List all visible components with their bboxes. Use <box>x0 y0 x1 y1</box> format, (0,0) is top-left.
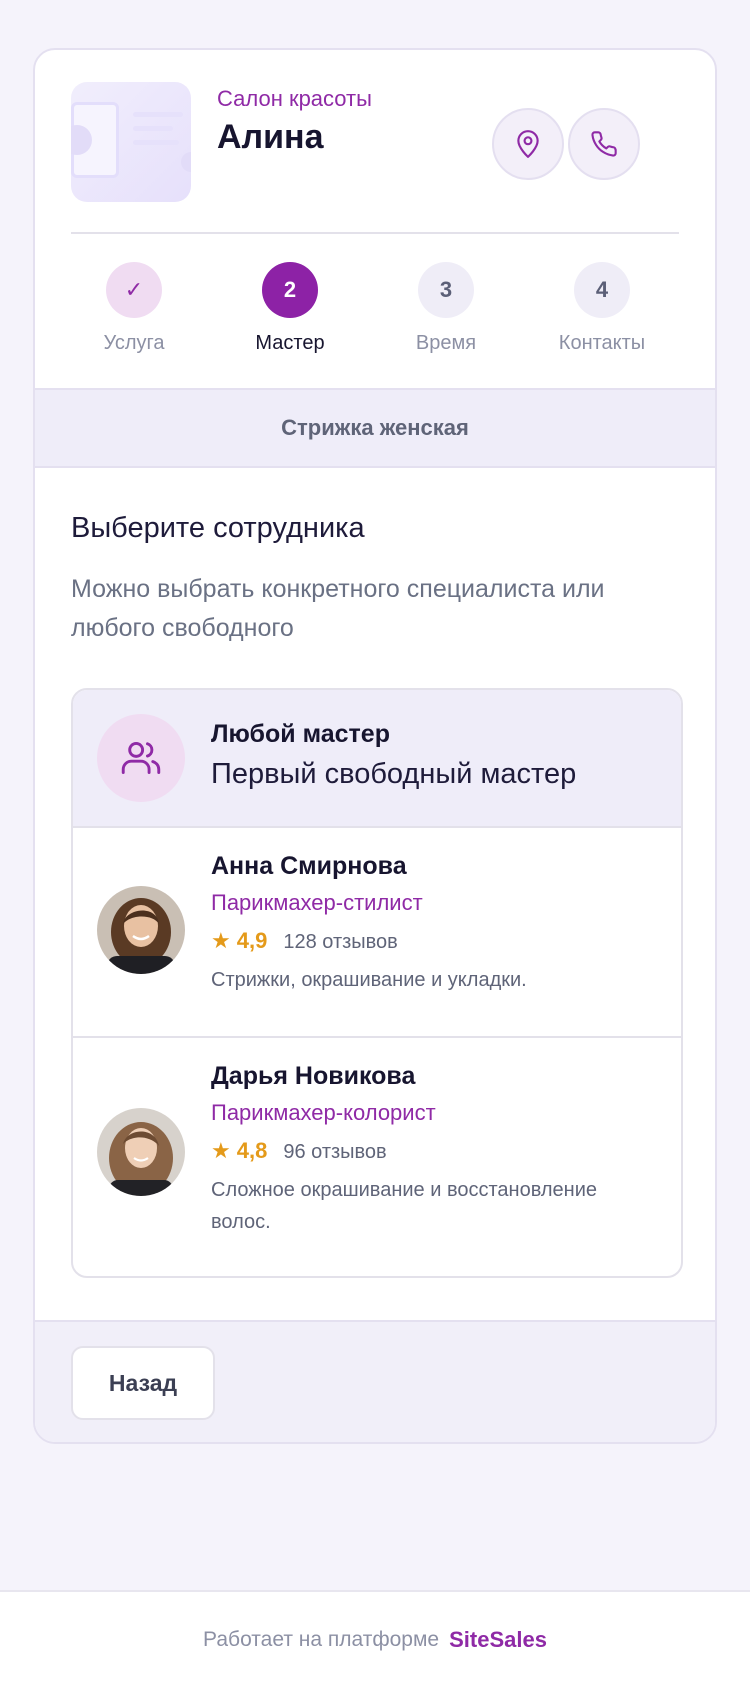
step-check-icon: ✓ <box>106 262 162 318</box>
step-number: 4 <box>574 262 630 318</box>
header-divider <box>71 232 679 234</box>
star-icon: ★ <box>211 928 231 953</box>
selected-service: Стрижка женская <box>35 388 715 468</box>
reviews-count: 96 отзывов <box>283 1141 387 1163</box>
phone-icon <box>591 131 617 157</box>
step-service[interactable]: ✓ Услуга <box>64 262 204 355</box>
step-label: Мастер <box>255 332 325 354</box>
step-number: 3 <box>418 262 474 318</box>
salon-type: Салон красоты <box>217 86 372 111</box>
step-number: 2 <box>262 262 318 318</box>
master-name: Дарья Новикова <box>211 1062 416 1090</box>
salon-logo <box>71 82 191 202</box>
master-description: Сложное окрашивание и восстановление вол… <box>211 1179 597 1233</box>
master-name: Анна Смирнова <box>211 852 407 880</box>
master-role: Парикмахер-стилист <box>211 890 423 915</box>
users-icon <box>121 742 161 774</box>
rating-score: 4,9 <box>236 928 268 953</box>
master-rating: ★ 4,9 128 отзывов <box>211 928 398 954</box>
step-label: Контакты <box>558 332 646 354</box>
section-description: Можно выбрать конкретного специалиста ил… <box>71 575 605 642</box>
booking-card: Салон красоты Алина ✓ Услуга 2 Мастер 3 … <box>33 48 717 1444</box>
master-option[interactable]: Дарья Новикова Парикмахер-колорист ★ 4,8… <box>73 1038 681 1276</box>
step-contacts[interactable]: 4 Контакты <box>532 262 672 355</box>
master-avatar <box>97 1108 185 1196</box>
step-label: Услуга <box>103 332 165 354</box>
location-button[interactable] <box>492 108 564 180</box>
reviews-count: 128 отзывов <box>283 931 398 953</box>
platform-prefix: Работает на платформе <box>203 1628 440 1651</box>
master-list: Любой мастер Первый свободный мастер Анн… <box>71 688 683 1278</box>
card-footer: Назад <box>35 1320 715 1442</box>
any-master-title: Любой мастер <box>211 720 390 748</box>
salon-header: Салон красоты Алина <box>35 50 715 232</box>
master-role: Парикмахер-колорист <box>211 1100 436 1125</box>
step-master[interactable]: 2 Мастер <box>220 262 360 355</box>
back-button[interactable]: Назад <box>71 1346 215 1420</box>
map-pin-icon <box>517 130 539 158</box>
master-rating: ★ 4,8 96 отзывов <box>211 1138 387 1164</box>
platform-footer: Работает на платформе SiteSales <box>0 1590 750 1688</box>
platform-brand-link[interactable]: SiteSales <box>449 1627 547 1653</box>
star-icon: ★ <box>211 1138 231 1163</box>
step-label: Время <box>415 332 477 354</box>
master-description: Стрижки, окрашивание и укладки. <box>211 969 527 991</box>
step-time[interactable]: 3 Время <box>376 262 516 355</box>
any-master-option[interactable]: Любой мастер Первый свободный мастер <box>73 690 681 828</box>
any-master-avatar <box>97 714 185 802</box>
section-title: Выберите сотрудника <box>71 512 365 544</box>
master-avatar <box>97 886 185 974</box>
rating-score: 4,8 <box>236 1138 268 1163</box>
any-master-subtitle: Первый свободный мастер <box>211 758 577 790</box>
master-option[interactable]: Анна Смирнова Парикмахер-стилист ★ 4,9 1… <box>73 828 681 1038</box>
call-button[interactable] <box>568 108 640 180</box>
salon-name: Алина <box>217 118 324 156</box>
